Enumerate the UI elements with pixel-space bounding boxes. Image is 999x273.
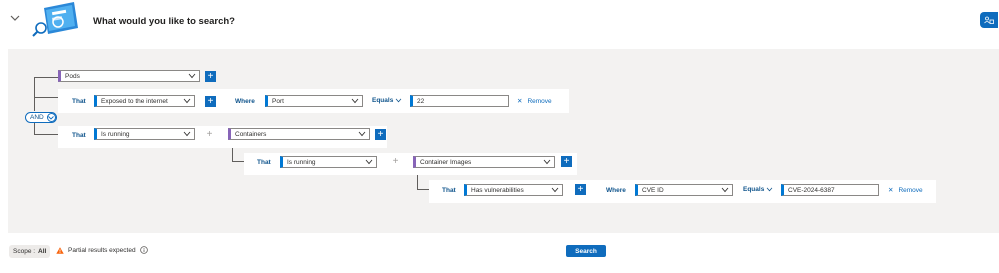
- close-icon: ✕: [888, 187, 894, 194]
- chevron-down-icon: [365, 159, 373, 165]
- relation-value: Has vulnerabilities: [471, 186, 524, 194]
- relation-select[interactable]: Has vulnerabilities: [464, 184, 563, 196]
- relation-value: Exposed to the internet: [101, 97, 168, 105]
- chevron-down-icon: [767, 187, 773, 192]
- collapse-chevron-icon[interactable]: [9, 12, 21, 24]
- scope-button[interactable]: Scope : All: [9, 245, 51, 258]
- value-text: CVE-2024-6387: [788, 186, 835, 194]
- operator-select[interactable]: Equals: [372, 97, 402, 104]
- scope-label: Scope :: [13, 248, 36, 255]
- resource-value: Containers: [235, 130, 267, 138]
- add-condition-button[interactable]: +: [575, 184, 586, 195]
- tree-line: [34, 77, 58, 78]
- resource-value: Pods: [65, 72, 80, 80]
- property-select[interactable]: CVE ID: [635, 184, 733, 196]
- partial-results-warning: Partial results expected: [56, 246, 148, 254]
- chevron-down-icon: [351, 98, 359, 104]
- that-keyword: That: [442, 187, 456, 194]
- chevron-down-icon: [183, 131, 191, 137]
- resource-select-container-images[interactable]: Container Images: [413, 156, 555, 168]
- tree-line: [34, 77, 35, 111]
- relation-value: Is running: [287, 158, 316, 166]
- warning-icon: [56, 246, 64, 254]
- operator-select[interactable]: Equals: [743, 186, 773, 193]
- tree-line: [34, 134, 58, 135]
- share-button[interactable]: [980, 12, 998, 28]
- that-keyword: That: [72, 132, 86, 139]
- value-text: 22: [417, 97, 425, 105]
- warning-text: Partial results expected: [68, 246, 136, 254]
- chevron-down-icon: [188, 73, 196, 79]
- search-illustration-icon: [32, 2, 80, 38]
- value-input[interactable]: 22: [410, 95, 509, 107]
- resource-value: Container Images: [420, 158, 472, 166]
- resource-select-pods[interactable]: Pods: [58, 70, 200, 82]
- that-keyword: That: [257, 159, 271, 166]
- relation-select[interactable]: Is running: [280, 156, 377, 168]
- tree-line: [34, 97, 58, 98]
- chevron-down-icon: [358, 131, 366, 137]
- search-button[interactable]: Search: [566, 245, 606, 257]
- info-icon[interactable]: [139, 246, 148, 254]
- operator-value: Equals: [372, 97, 394, 104]
- that-keyword: That: [72, 98, 86, 105]
- tree-line: [417, 189, 429, 190]
- remove-label: Remove: [527, 97, 552, 105]
- chevron-down-icon: [551, 187, 559, 193]
- property-value: Port: [272, 97, 284, 105]
- chevron-down-icon: [721, 187, 729, 193]
- add-condition-button[interactable]: +: [205, 71, 216, 82]
- where-keyword: Where: [606, 187, 626, 194]
- add-condition-button[interactable]: +: [375, 129, 386, 140]
- where-keyword: Where: [235, 98, 255, 105]
- chevron-down-icon: [396, 98, 402, 103]
- value-input[interactable]: CVE-2024-6387: [781, 184, 879, 196]
- and-label: AND: [30, 114, 44, 121]
- add-icon: +: [392, 156, 399, 167]
- relation-select[interactable]: Exposed to the internet: [94, 95, 195, 107]
- tree-line: [232, 161, 244, 162]
- page-title: What would you like to search?: [93, 16, 235, 27]
- chevron-down-icon: [543, 159, 551, 165]
- tree-line: [34, 123, 35, 134]
- add-condition-button[interactable]: +: [205, 96, 216, 107]
- scope-value: All: [38, 248, 47, 255]
- relation-value: Is running: [101, 130, 130, 138]
- remove-label: Remove: [898, 186, 923, 194]
- relation-select[interactable]: Is running: [94, 128, 195, 140]
- close-icon: ✕: [517, 98, 523, 105]
- add-condition-button[interactable]: +: [561, 156, 572, 167]
- property-select[interactable]: Port: [265, 95, 363, 107]
- property-value: CVE ID: [642, 186, 664, 194]
- remove-button[interactable]: ✕ Remove: [517, 97, 552, 106]
- chevron-down-icon: [183, 98, 191, 104]
- resource-select-containers[interactable]: Containers: [228, 128, 370, 140]
- add-icon: +: [206, 129, 213, 140]
- operator-value: Equals: [743, 186, 765, 193]
- people-icon: [984, 16, 994, 24]
- chevron-down-icon: [46, 113, 56, 122]
- and-operator-toggle[interactable]: AND: [25, 112, 57, 123]
- remove-button[interactable]: ✕ Remove: [888, 186, 923, 195]
